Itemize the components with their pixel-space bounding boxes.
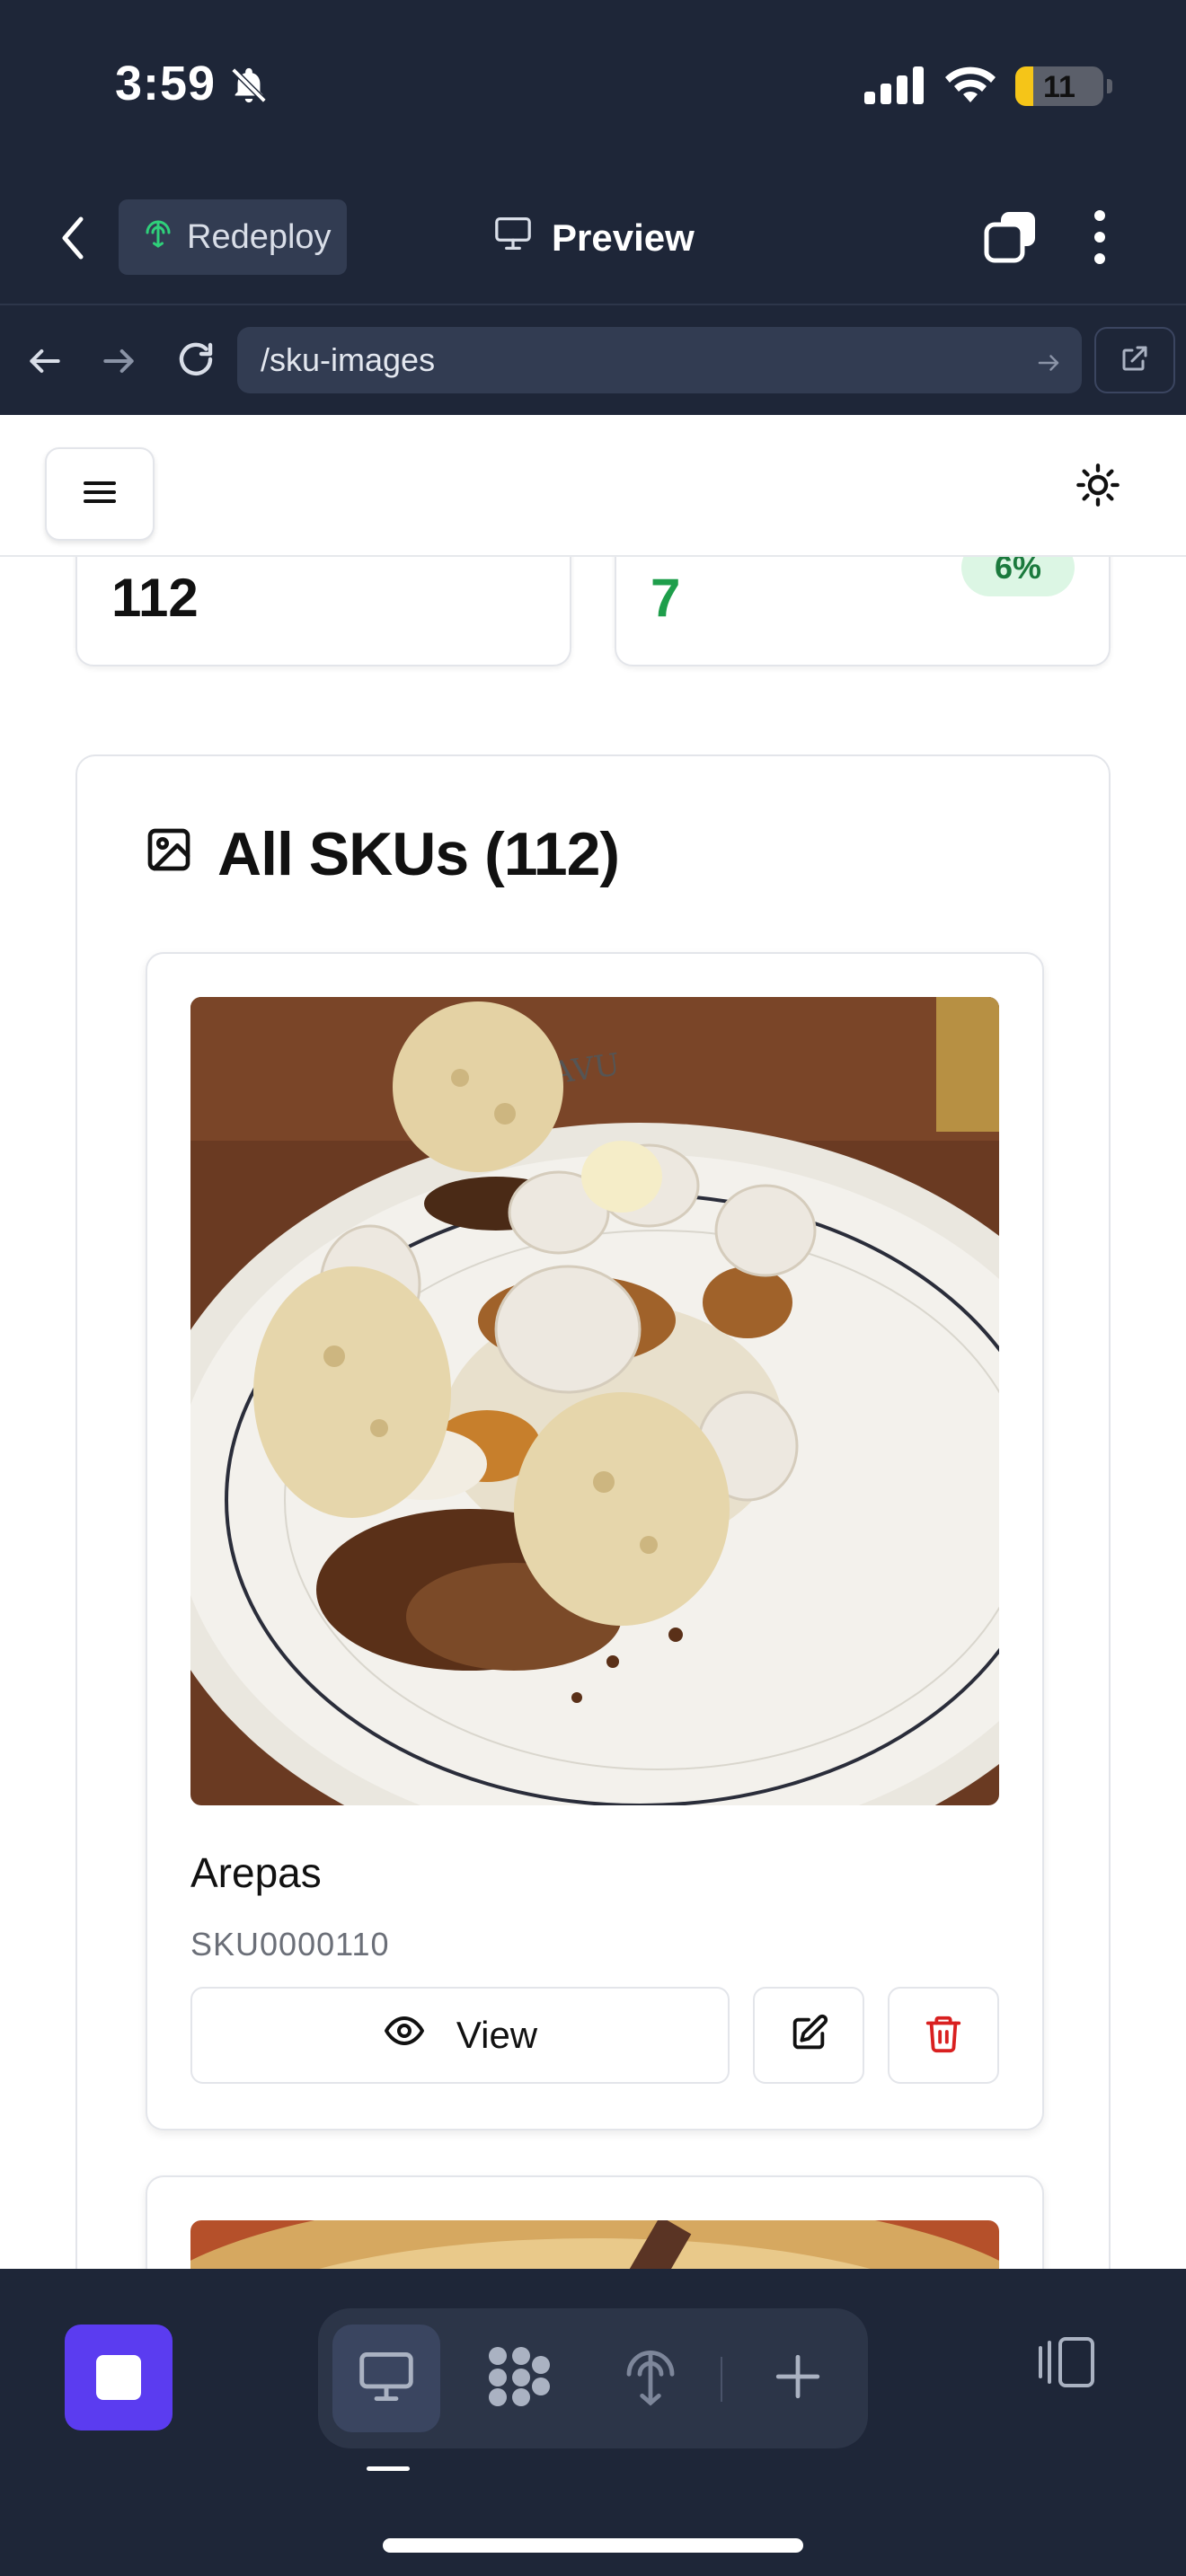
bottom-dock bbox=[0, 2269, 1186, 2576]
tool-divider bbox=[721, 2357, 722, 2402]
web-content: 112 7 6% All SKUs (112) KAVU Arepas SKU0… bbox=[0, 415, 1186, 2269]
battery-icon: 11 bbox=[1015, 66, 1103, 106]
sku-code: SKU0000110 bbox=[190, 1926, 390, 1963]
edit-button[interactable] bbox=[753, 1987, 864, 2084]
url-path: /sku-images bbox=[261, 341, 436, 378]
page-header bbox=[0, 415, 1186, 557]
arrow-left-icon[interactable] bbox=[25, 341, 65, 385]
view-label: View bbox=[456, 2014, 538, 2056]
eye-icon bbox=[383, 2009, 426, 2061]
section-header: All SKUs (112) bbox=[144, 819, 620, 889]
hamburger-icon bbox=[82, 478, 118, 511]
desktop-tool[interactable] bbox=[332, 2325, 440, 2432]
battery-level: 11 bbox=[1043, 70, 1075, 104]
sun-icon[interactable] bbox=[1075, 462, 1121, 513]
stop-icon bbox=[96, 2355, 141, 2400]
active-tool-indicator bbox=[367, 2466, 410, 2471]
cellular-signal-icon bbox=[864, 66, 925, 109]
external-link-icon bbox=[1119, 342, 1151, 379]
app-bar: Redeploy Preview bbox=[0, 171, 1186, 305]
tool-group bbox=[318, 2308, 868, 2448]
go-arrow-icon[interactable] bbox=[1035, 347, 1062, 384]
reload-icon[interactable] bbox=[174, 338, 217, 385]
url-bar: /sku-images bbox=[0, 307, 1186, 415]
view-button[interactable]: View bbox=[190, 1987, 730, 2084]
trash-icon bbox=[923, 2013, 964, 2059]
preview-tab[interactable]: Preview bbox=[492, 207, 695, 269]
battery-nub bbox=[1107, 79, 1112, 93]
status-bar: 3:59 11 bbox=[0, 0, 1186, 171]
menu-button[interactable] bbox=[45, 447, 155, 541]
add-tool[interactable] bbox=[744, 2325, 852, 2432]
bell-off-icon bbox=[228, 65, 270, 110]
home-indicator bbox=[383, 2538, 803, 2553]
stop-button[interactable] bbox=[65, 2325, 173, 2430]
deploy-icon bbox=[622, 2345, 679, 2413]
redeploy-button[interactable]: Redeploy bbox=[119, 199, 347, 275]
delete-button[interactable] bbox=[888, 1987, 999, 2084]
url-input[interactable]: /sku-images bbox=[237, 327, 1082, 393]
section-title: All SKUs (112) bbox=[217, 820, 620, 888]
image-icon bbox=[144, 819, 194, 889]
wifi-icon bbox=[943, 63, 997, 109]
stat-value: 112 bbox=[111, 568, 199, 628]
stat-value: 7 bbox=[651, 568, 681, 628]
deploy-tool[interactable] bbox=[597, 2325, 704, 2432]
redeploy-label: Redeploy bbox=[187, 217, 332, 256]
workflow-icon bbox=[485, 2345, 553, 2413]
sku-image[interactable]: KAVU bbox=[190, 997, 999, 1805]
sku-panel: All SKUs (112) KAVU Arepas SKU0000110 Vi… bbox=[75, 754, 1111, 2269]
sku-name: Arepas bbox=[190, 1849, 322, 1896]
panel-toggle-icon[interactable] bbox=[1031, 2333, 1098, 2395]
desktop-icon bbox=[357, 2350, 416, 2408]
plus-icon bbox=[772, 2351, 824, 2407]
workflow-tool[interactable] bbox=[465, 2325, 573, 2432]
tabs-icon[interactable] bbox=[981, 208, 1039, 270]
sku-image[interactable] bbox=[190, 2220, 999, 2269]
deploy-icon bbox=[142, 216, 174, 258]
edit-icon bbox=[788, 2013, 829, 2059]
monitor-icon bbox=[492, 216, 534, 260]
open-external-button[interactable] bbox=[1094, 327, 1175, 393]
more-vertical-icon[interactable] bbox=[1091, 208, 1109, 270]
chevron-left-icon[interactable] bbox=[54, 214, 93, 267]
sku-card bbox=[146, 2175, 1044, 2269]
arrow-right-icon[interactable] bbox=[99, 341, 138, 385]
preview-label: Preview bbox=[552, 216, 695, 259]
status-time: 3:59 bbox=[115, 57, 217, 110]
sku-card: KAVU Arepas SKU0000110 View bbox=[146, 952, 1044, 2130]
